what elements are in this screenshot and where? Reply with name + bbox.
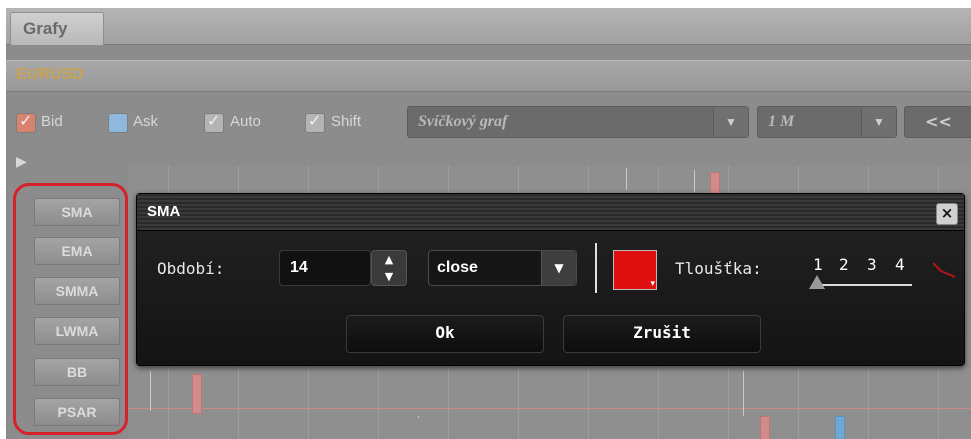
- candle: [192, 374, 202, 414]
- check-icon: ✓: [207, 111, 221, 130]
- close-icon[interactable]: ×: [936, 203, 958, 225]
- shift-label: Shift: [331, 113, 362, 130]
- line-preview-icon: [932, 262, 956, 278]
- chevron-down-icon[interactable]: ▼: [372, 268, 406, 285]
- thickness-slider-thumb[interactable]: [809, 275, 825, 289]
- thickness-slider-track[interactable]: [812, 284, 912, 286]
- ask-checkbox[interactable]: [108, 113, 128, 133]
- ask-label: Ask: [133, 113, 159, 130]
- period-stepper[interactable]: ▲ ▼: [371, 250, 407, 286]
- cancel-button[interactable]: Zrušit: [563, 315, 761, 353]
- candle-wick: [743, 371, 744, 416]
- thickness-option[interactable]: 3: [867, 255, 877, 274]
- tab-charts[interactable]: Grafy: [10, 12, 104, 45]
- price-line: [128, 408, 971, 409]
- candle-wick: [418, 416, 419, 418]
- color-picker-button[interactable]: ▾: [613, 250, 657, 290]
- chevron-down-icon[interactable]: ▼: [713, 107, 748, 137]
- thickness-label: Tloušťka:: [675, 259, 762, 278]
- auto-label: Auto: [230, 113, 261, 130]
- candle: [835, 416, 845, 439]
- tab-bar: Grafy: [6, 8, 971, 45]
- candle-wick: [694, 170, 695, 192]
- chart-toolbar: ✓ Bid Ask ✓ Auto ✓ Shift Svíčkový graf ▼…: [6, 98, 971, 138]
- chevron-down-icon[interactable]: ▼: [541, 251, 576, 285]
- auto-checkbox[interactable]: ✓: [204, 111, 224, 133]
- dialog-title: SMA: [147, 203, 181, 220]
- sma-dialog: SMA × Období: 14 ▲ ▼ close ▼ ▾ Tloušťka:…: [136, 193, 965, 366]
- candle: [760, 416, 770, 439]
- bid-checkbox[interactable]: ✓: [16, 111, 36, 133]
- chevron-up-icon[interactable]: ▲: [372, 251, 406, 268]
- price-type-select[interactable]: close ▼: [428, 250, 577, 286]
- instrument-bar: EURUSD: [6, 60, 971, 92]
- play-icon[interactable]: ▶: [16, 155, 30, 169]
- price-type-value: close: [437, 259, 478, 276]
- timeframe-value: 1 M: [768, 113, 795, 130]
- bid-label: Bid: [41, 113, 63, 130]
- dialog-body: Období: 14 ▲ ▼ close ▼ ▾ Tloušťka: 1 2 3…: [137, 231, 964, 365]
- period-label: Období:: [157, 259, 225, 278]
- indicator-menu-highlight: [13, 183, 128, 435]
- thickness-option[interactable]: 4: [895, 255, 905, 274]
- divider: [595, 243, 597, 293]
- chart-type-value: Svíčkový graf: [418, 113, 508, 130]
- chart-type-select[interactable]: Svíčkový graf ▼: [407, 106, 749, 138]
- shift-checkbox[interactable]: ✓: [305, 111, 325, 133]
- check-icon: ✓: [308, 111, 322, 130]
- timeframe-select[interactable]: 1 M ▼: [757, 106, 897, 138]
- instrument-symbol: EURUSD: [16, 66, 84, 83]
- thickness-option[interactable]: 2: [839, 255, 849, 274]
- dialog-titlebar[interactable]: SMA ×: [137, 194, 964, 231]
- candle-wick: [626, 168, 627, 190]
- dropdown-corner-icon: ▾: [650, 279, 655, 289]
- candle-wick: [150, 371, 151, 411]
- scroll-back-button[interactable]: <<: [904, 106, 971, 138]
- thickness-scale: 1 2 3 4: [813, 255, 913, 275]
- check-icon: ✓: [19, 111, 33, 130]
- thickness-option[interactable]: 1: [813, 255, 823, 274]
- period-input[interactable]: 14: [279, 250, 371, 286]
- chevron-down-icon[interactable]: ▼: [861, 107, 896, 137]
- ok-button[interactable]: Ok: [346, 315, 544, 353]
